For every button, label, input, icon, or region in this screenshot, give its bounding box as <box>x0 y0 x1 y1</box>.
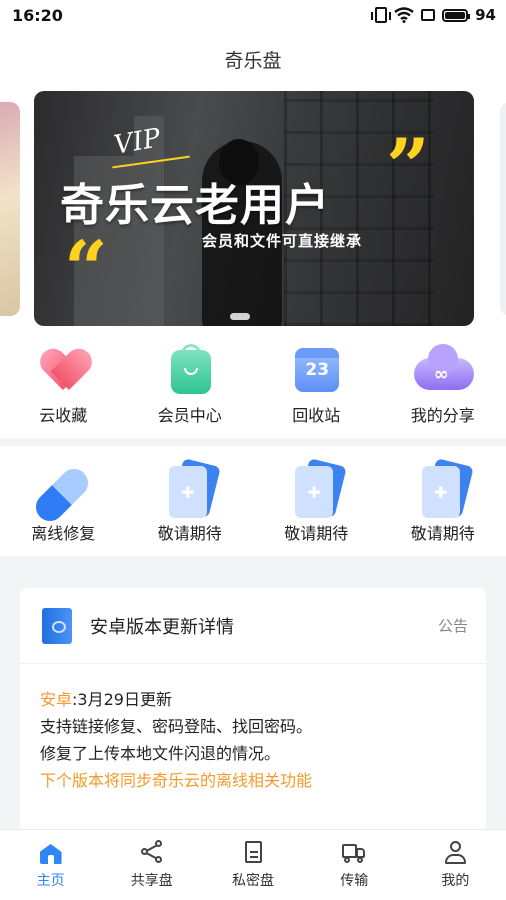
share-icon <box>139 840 165 864</box>
action-label: 我的分享 <box>410 406 475 425</box>
action-member-center[interactable]: 会员中心 <box>127 336 254 438</box>
more-actions: 离线修复 ✚ 敬请期待 ✚ 敬请期待 ✚ 敬请期待 <box>0 446 506 556</box>
notice-highlight: 下个版本将同步奇乐云的离线相关功能 <box>40 771 313 790</box>
member-bag-icon <box>157 344 223 396</box>
wifi-icon <box>394 7 414 23</box>
battery-icon <box>442 8 471 22</box>
action-offline-repair[interactable]: 离线修复 <box>0 446 127 556</box>
document-icon <box>240 840 266 864</box>
status-bar: 16:20 94 <box>0 0 506 30</box>
nav-label: 共享盘 <box>130 873 173 889</box>
truck-icon <box>341 840 367 864</box>
bottom-nav: 主页 共享盘 私密盘 传输 我的 <box>0 829 506 900</box>
nav-transfer[interactable]: 传输 <box>304 830 405 900</box>
action-label: 敬请期待 <box>157 524 222 543</box>
quote-open-icon: “ <box>64 224 108 313</box>
cloud-share-icon: ∞ <box>410 344 476 396</box>
action-label: 回收站 <box>292 406 341 425</box>
notice-line: 支持链接修复、密码登陆、找回密码。 <box>40 717 313 736</box>
action-coming-soon[interactable]: ✚ 敬请期待 <box>253 446 380 556</box>
carousel-indicator <box>230 313 250 320</box>
nav-private-drive[interactable]: 私密盘 <box>202 830 303 900</box>
capsule-icon <box>30 462 96 527</box>
banner-title: 奇乐云老用户 <box>60 180 330 231</box>
placeholder-card-icon: ✚ <box>410 458 476 518</box>
placeholder-card-icon: ✚ <box>283 458 349 518</box>
notice-platform: 安卓 <box>40 690 73 709</box>
action-label: 敬请期待 <box>284 524 349 543</box>
status-time: 16:20 <box>12 5 63 25</box>
sim-icon <box>421 9 436 21</box>
update-notice-card[interactable]: 安卓版本更新详情 公告 安卓:3月29日更新 支持链接修复、密码登陆、找回密码。… <box>20 588 486 838</box>
banner-carousel[interactable]: VIP ” “ 奇乐云老用户 会员和文件可直接继承 <box>0 88 506 336</box>
action-recycle-bin[interactable]: 23 回收站 <box>253 336 380 438</box>
action-label: 云收藏 <box>39 406 88 425</box>
nav-shared-drive[interactable]: 共享盘 <box>101 830 202 900</box>
notice-line: 修复了上传本地文件闪退的情况。 <box>40 744 281 763</box>
placeholder-card-icon: ✚ <box>157 458 223 518</box>
nav-label: 主页 <box>36 873 65 889</box>
announcement-tag: 公告 <box>437 617 468 635</box>
action-label: 敬请期待 <box>410 524 475 543</box>
heart-icon <box>30 344 96 396</box>
nav-label: 我的 <box>441 873 470 889</box>
action-label: 会员中心 <box>157 406 222 425</box>
quote-close-icon: ” <box>386 122 430 211</box>
home-icon <box>38 840 64 864</box>
action-label: 离线修复 <box>31 524 96 543</box>
nav-label: 私密盘 <box>232 873 274 889</box>
book-icon <box>42 607 72 644</box>
action-coming-soon[interactable]: ✚ 敬请期待 <box>380 446 506 556</box>
page-title: 奇乐盘 <box>224 49 282 72</box>
nav-label: 传输 <box>340 873 369 889</box>
user-icon <box>442 840 468 864</box>
quick-actions: 云收藏 会员中心 23 回收站 ∞ 我的分享 <box>0 336 506 438</box>
notice-date: :3月29日更新 <box>72 690 172 709</box>
notice-title: 安卓版本更新详情 <box>90 616 234 638</box>
action-my-shares[interactable]: ∞ 我的分享 <box>380 336 506 438</box>
title-bar: 奇乐盘 <box>0 30 506 88</box>
banner-subtitle: 会员和文件可直接继承 <box>202 232 363 250</box>
notice-date-line: 安卓:3月29日更新 <box>40 686 486 713</box>
vibrate-icon <box>371 7 392 23</box>
action-coming-soon[interactable]: ✚ 敬请期待 <box>127 446 254 556</box>
battery-level: 94 <box>475 6 496 24</box>
notice-header[interactable]: 安卓版本更新详情 公告 <box>20 588 486 664</box>
status-icons: 94 <box>371 6 496 24</box>
nav-profile[interactable]: 我的 <box>405 830 506 900</box>
nav-home[interactable]: 主页 <box>0 830 101 900</box>
calendar-icon: 23 <box>283 344 349 396</box>
banner-slide[interactable]: VIP ” “ 奇乐云老用户 会员和文件可直接继承 <box>34 91 474 326</box>
banner-prev-slide[interactable] <box>0 102 20 316</box>
notice-body: 安卓:3月29日更新 支持链接修复、密码登陆、找回密码。 修复了上传本地文件闪退… <box>20 664 486 794</box>
action-cloud-favorites[interactable]: 云收藏 <box>0 336 127 438</box>
banner-next-slide[interactable] <box>500 102 506 316</box>
